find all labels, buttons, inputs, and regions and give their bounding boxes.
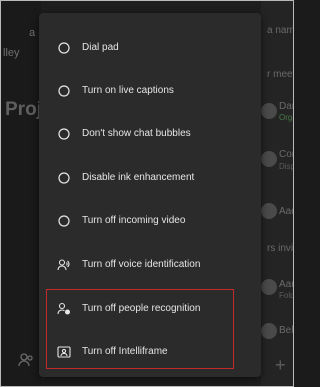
participant-role: Dispi: [279, 162, 293, 171]
background-participants-pane: a name r meeti Dar Orga Cor Dispi Aad rs…: [261, 1, 293, 386]
add-icon: +: [275, 355, 286, 375]
menu-item-label: Turn off incoming video: [82, 215, 186, 226]
ink-icon: [56, 170, 72, 186]
people-icon: [17, 351, 35, 374]
menu-item-voice-identification[interactable]: Turn off voice identification: [39, 245, 261, 285]
participant-name: Aar: [279, 279, 294, 290]
participant-role: Orga: [279, 113, 293, 122]
participant-name: Aad: [279, 206, 293, 217]
participant-name: Cor: [279, 149, 294, 160]
avatar: [261, 203, 277, 219]
avatar: [261, 323, 277, 339]
menu-item-dial-pad[interactable]: Dial pad: [39, 28, 261, 68]
avatar: [261, 103, 277, 119]
dialpad-icon: [56, 40, 72, 56]
menu-item-ink-enhancement[interactable]: Disable ink enhancement: [39, 158, 261, 198]
participant-name: Dar: [279, 101, 294, 112]
menu-item-label: Dial pad: [82, 42, 119, 53]
menu-item-incoming-video[interactable]: Turn off incoming video: [39, 201, 261, 241]
highlight-box: [46, 289, 234, 369]
avatar: [261, 151, 277, 167]
captions-icon: [56, 83, 72, 99]
teams-meeting-window: a lley Proj a name r meeti Dar Orga Cor …: [0, 0, 294, 387]
chat-bubbles-icon: [56, 126, 72, 142]
menu-item-label: Don't show chat bubbles: [82, 128, 191, 139]
background-left-text: lley: [3, 47, 20, 59]
background-title: Proj: [5, 99, 42, 120]
voice-id-icon: [56, 257, 72, 273]
menu-item-label: Turn on live captions: [82, 85, 174, 96]
avatar: [261, 279, 277, 295]
menu-item-label: Disable ink enhancement: [82, 172, 195, 183]
participant-name: Bel: [279, 325, 294, 336]
background-label: a name: [267, 25, 294, 36]
background-left-pane: a lley Proj: [1, 1, 42, 386]
menu-item-label: Turn off voice identification: [82, 259, 201, 270]
background-label: rs invite: [267, 243, 294, 254]
video-icon: [56, 213, 72, 229]
menu-item-live-captions[interactable]: Turn on live captions: [39, 71, 261, 111]
background-left-text: a: [29, 27, 36, 39]
menu-item-chat-bubbles[interactable]: Don't show chat bubbles: [39, 114, 261, 154]
background-label: r meeti: [267, 69, 293, 80]
participant-role: Fold: [279, 291, 294, 300]
